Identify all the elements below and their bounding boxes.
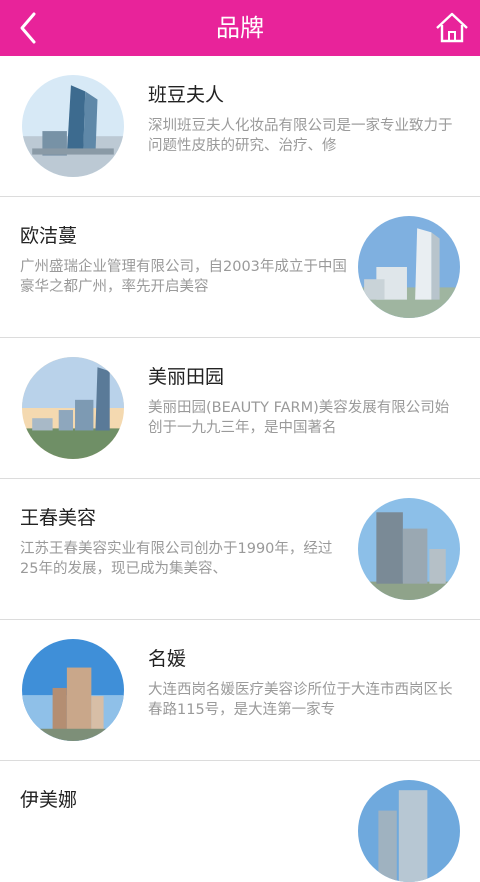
home-icon [436,12,468,43]
home-button[interactable] [432,8,472,48]
brand-image [22,357,124,459]
brand-list: 班豆夫人 深圳班豆夫人化妆品有限公司是一家专业致力于问题性皮肤的研究、治疗、修 … [0,56,480,882]
page-title: 品牌 [216,14,264,42]
brand-name: 班豆夫人 [148,84,225,106]
list-item[interactable]: 美丽田园 美丽田园(BEAUTY FARM)美容发展有限公司始创于一九九三年，是… [0,338,480,479]
brand-description: 深圳班豆夫人化妆品有限公司是一家专业致力于问题性皮肤的研究、治疗、修 [148,118,453,154]
list-item[interactable]: 名媛 大连西岗名媛医疗美容诊所位于大连市西岗区长春路115号，是大连第一家专 [0,620,480,761]
brand-image [358,216,460,318]
brand-image [22,639,124,741]
list-item[interactable]: 班豆夫人 深圳班豆夫人化妆品有限公司是一家专业致力于问题性皮肤的研究、治疗、修 [0,56,480,197]
brand-description: 广州盛瑞企业管理有限公司，自2003年成立于中国豪华之都广州，率先开启美容 [20,259,347,295]
brand-description: 美丽田园(BEAUTY FARM)美容发展有限公司始创于一九九三年，是中国著名 [148,400,450,436]
list-item[interactable]: 伊美娜 [0,761,480,882]
app-header: 品牌 [0,0,480,56]
list-item[interactable]: 欧洁蔓 广州盛瑞企业管理有限公司，自2003年成立于中国豪华之都广州，率先开启美… [0,197,480,338]
brand-name: 美丽田园 [148,366,225,388]
brand-name: 伊美娜 [20,789,78,811]
brand-image [358,498,460,600]
brand-name: 王春美容 [20,507,97,529]
brand-image [22,75,124,177]
brand-description: 大连西岗名媛医疗美容诊所位于大连市西岗区长春路115号，是大连第一家专 [148,682,453,718]
list-item[interactable]: 王春美容 江苏王春美容实业有限公司创办于1990年，经过25年的发展，现已成为集… [0,479,480,620]
brand-name: 名媛 [148,648,187,670]
brand-name: 欧洁蔓 [20,225,78,247]
brand-image [358,780,460,882]
brand-description: 江苏王春美容实业有限公司创办于1990年，经过25年的发展，现已成为集美容、 [20,541,333,577]
